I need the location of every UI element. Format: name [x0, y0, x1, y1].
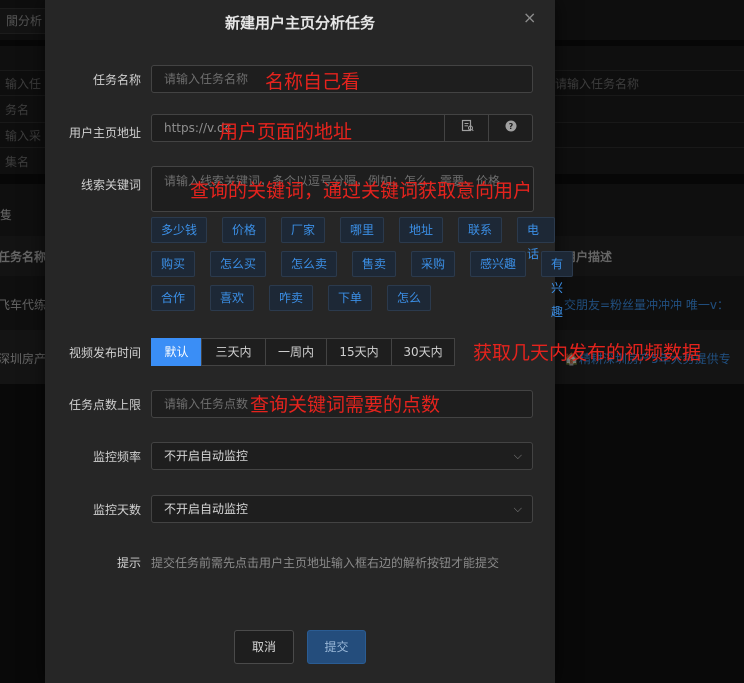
time-option[interactable]: 一周内 [265, 338, 327, 366]
keyword-tag[interactable]: 感兴趣 [470, 251, 527, 277]
keywords-label: 线索关键词 [80, 178, 141, 192]
points-limit-label: 任务点数上限 [68, 398, 141, 412]
chevron-down-icon: ⌵ [513, 449, 522, 462]
monitor-freq-label: 监控频率 [92, 450, 141, 464]
keyword-tag[interactable]: 联系 [458, 217, 503, 243]
annotation-time: 获取几天内发布的视频数据 [473, 342, 702, 364]
hint-label: 提示 [116, 556, 141, 570]
keyword-tag[interactable]: 电话 [517, 217, 555, 261]
keyword-tag[interactable]: 咋卖 [269, 285, 314, 311]
close-icon[interactable]: × [523, 8, 536, 27]
keyword-tag[interactable]: 下单 [328, 285, 373, 311]
time-option[interactable]: 默认 [151, 338, 202, 366]
keyword-tag[interactable]: 厂家 [281, 217, 326, 243]
monitor-days-select[interactable]: 不开启自动监控 ⌵ [151, 495, 533, 523]
time-option[interactable]: 30天内 [391, 338, 455, 366]
cancel-button[interactable]: 取消 [234, 630, 294, 664]
publish-time-label: 视频发布时间 [68, 346, 141, 360]
dialog-title: 新建用户主页分析任务 [224, 14, 375, 32]
homepage-label: 用户主页地址 [68, 126, 141, 140]
submit-button[interactable]: 提交 [307, 630, 366, 664]
annotation-homepage: 用户页面的地址 [219, 121, 353, 143]
keyword-tag[interactable]: 怎么 [387, 285, 432, 311]
monitor-freq-value: 不开启自动监控 [164, 449, 249, 463]
keyword-tag[interactable]: 地址 [399, 217, 444, 243]
help-icon[interactable]: ? [488, 115, 533, 141]
keyword-tag[interactable]: 有兴趣 [541, 251, 574, 319]
svg-text:?: ? [509, 122, 514, 131]
keyword-tag[interactable]: 怎么买 [210, 251, 267, 277]
chevron-down-icon: ⌵ [513, 502, 522, 515]
monitor-days-label: 监控天数 [92, 503, 141, 517]
monitor-days-value: 不开启自动监控 [164, 502, 249, 516]
task-name-label: 任务名称 [92, 73, 141, 87]
keyword-tag[interactable]: 哪里 [340, 217, 385, 243]
keyword-tag[interactable]: 购买 [151, 251, 196, 277]
time-option[interactable]: 15天内 [326, 338, 392, 366]
monitor-freq-select[interactable]: 不开启自动监控 ⌵ [151, 442, 533, 470]
annotation-keywords: 查询的关键词，通过关键词获取意向用户 [190, 180, 533, 202]
keyword-tag[interactable]: 采购 [411, 251, 456, 277]
time-option[interactable]: 三天内 [201, 338, 266, 366]
keyword-tag[interactable]: 价格 [222, 217, 267, 243]
keyword-tag[interactable]: 售卖 [352, 251, 397, 277]
keyword-tag[interactable]: 怎么卖 [281, 251, 338, 277]
keyword-tag[interactable]: 喜欢 [210, 285, 255, 311]
annotation-name: 名称自己看 [265, 71, 361, 93]
keyword-tag[interactable]: 合作 [151, 285, 196, 311]
annotation-points: 查询关键词需要的点数 [250, 394, 441, 416]
keyword-tag[interactable]: 多少钱 [151, 217, 208, 243]
hint-text: 提交任务前需先点击用户主页地址输入框右边的解析按钮才能提交 [151, 556, 500, 570]
parse-icon[interactable] [444, 115, 489, 141]
